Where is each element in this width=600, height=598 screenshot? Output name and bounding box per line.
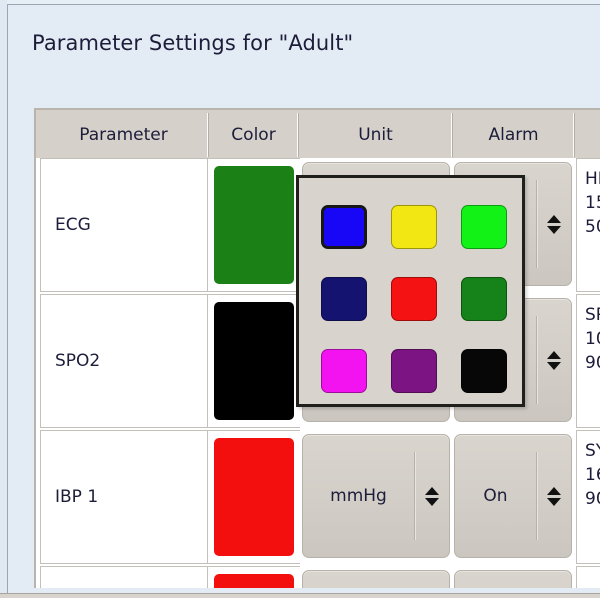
color-swatch-red[interactable] <box>214 574 294 588</box>
arrow-down-icon[interactable] <box>547 225 561 234</box>
parameter-name-cell[interactable]: IBP 1 <box>40 430 208 564</box>
column-header-unit[interactable]: Unit <box>300 113 453 157</box>
color-swatch-red[interactable] <box>214 438 294 556</box>
alarm-combo-spinner[interactable] <box>537 214 571 234</box>
palette-swatch-yellow[interactable] <box>391 205 437 249</box>
alarm-combo[interactable] <box>454 570 572 588</box>
unit-combo[interactable] <box>302 570 450 588</box>
screen-root: Parameter Settings for "Adult" Parameter… <box>0 0 600 598</box>
color-cell[interactable] <box>208 294 300 428</box>
alarm-combo[interactable]: On <box>454 434 572 558</box>
parameter-name-cell[interactable]: SPO2 <box>40 294 208 428</box>
palette-swatch-blue[interactable] <box>321 205 367 249</box>
palette-cell[interactable] <box>385 198 443 256</box>
color-swatch-green[interactable] <box>214 166 294 284</box>
arrow-up-icon[interactable] <box>547 486 561 495</box>
palette-cell[interactable] <box>315 342 373 400</box>
palette-swatch-red[interactable] <box>391 277 437 321</box>
palette-cell[interactable] <box>385 342 443 400</box>
alarm-combo-value: On <box>483 486 508 506</box>
table-header-row: Parameter Color Unit Alarm <box>36 110 600 158</box>
unit-combo[interactable]: mmHg <box>302 434 450 558</box>
palette-swatch-purple[interactable] <box>391 349 437 393</box>
unit-combo-value: mmHg <box>330 486 387 506</box>
column-header-extra[interactable] <box>576 113 600 157</box>
parameter-name-cell[interactable]: ECG <box>40 158 208 292</box>
color-swatch-black[interactable] <box>214 302 294 420</box>
column-header-alarm[interactable]: Alarm <box>454 113 575 157</box>
palette-cell[interactable] <box>455 198 513 256</box>
color-cell[interactable] <box>208 430 300 564</box>
palette-swatch-black[interactable] <box>461 349 507 393</box>
table-row: IBP 1 mmHg On SY 160 90 <box>36 430 600 564</box>
arrow-down-icon[interactable] <box>425 497 439 506</box>
arrow-up-icon[interactable] <box>425 486 439 495</box>
color-cell[interactable] <box>208 158 300 292</box>
arrow-up-icon[interactable] <box>547 350 561 359</box>
alarm-limits-cell[interactable]: HR 150 50 <box>576 158 600 292</box>
palette-swatch-navy[interactable] <box>321 277 367 321</box>
column-header-color[interactable]: Color <box>210 113 299 157</box>
arrow-up-icon[interactable] <box>547 214 561 223</box>
window-bottom-edge <box>0 593 600 598</box>
palette-cell[interactable] <box>315 270 373 328</box>
alarm-limits-cell[interactable] <box>576 566 600 588</box>
table-row <box>36 566 600 588</box>
page-title: Parameter Settings for "Adult" <box>32 31 354 55</box>
palette-swatch-dark-green[interactable] <box>461 277 507 321</box>
palette-swatch-bright-green[interactable] <box>461 205 507 249</box>
alarm-limits-cell[interactable]: SY 160 90 <box>576 430 600 564</box>
alarm-combo-spinner[interactable] <box>537 486 571 506</box>
color-swatch-grid <box>315 198 513 400</box>
alarm-limits-cell[interactable]: SP 100 90 <box>576 294 600 428</box>
color-picker-popup[interactable] <box>296 175 525 407</box>
alarm-combo-spinner[interactable] <box>537 350 571 370</box>
arrow-down-icon[interactable] <box>547 497 561 506</box>
palette-swatch-magenta[interactable] <box>321 349 367 393</box>
palette-cell[interactable] <box>315 198 373 256</box>
color-cell[interactable] <box>208 566 300 588</box>
palette-cell[interactable] <box>455 270 513 328</box>
unit-combo-spinner[interactable] <box>415 486 449 506</box>
column-header-parameter[interactable]: Parameter <box>40 113 209 157</box>
parameter-name-cell[interactable] <box>40 566 208 588</box>
palette-cell[interactable] <box>455 342 513 400</box>
arrow-down-icon[interactable] <box>547 361 561 370</box>
window-left-edge <box>0 0 7 598</box>
palette-cell[interactable] <box>385 270 443 328</box>
